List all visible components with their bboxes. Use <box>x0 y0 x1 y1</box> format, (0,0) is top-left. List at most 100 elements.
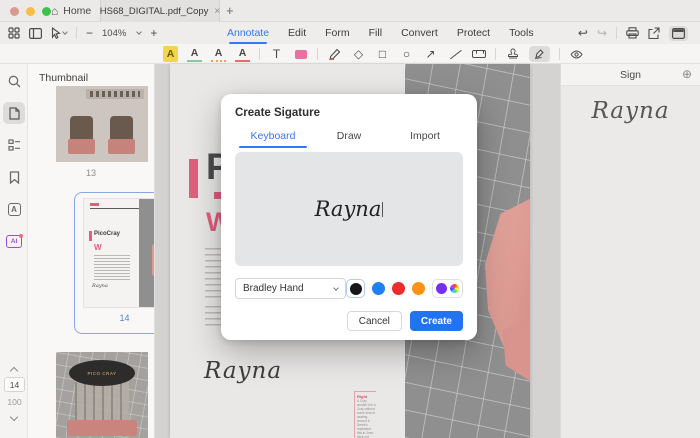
tab-draw[interactable]: Draw <box>311 130 387 148</box>
eraser-tool-icon[interactable]: ◇ <box>351 46 366 62</box>
grid-view-icon[interactable] <box>8 27 20 39</box>
tab-keyboard[interactable]: Keyboard <box>235 130 311 148</box>
page-13-thumbnail[interactable] <box>56 86 148 162</box>
annotate-toolbar: A A A A T ◇ □ ○ ↗ <box>0 44 700 64</box>
thumbnail-panel: Thumbnail 13 PicoCray W Rayna 14 <box>28 64 155 438</box>
color-swatches <box>346 279 463 298</box>
divider <box>495 48 496 60</box>
dialog-title: Create Sigature <box>235 107 463 119</box>
document-tab[interactable]: HS68_DIGITAL.pdf_Copy × <box>100 0 220 22</box>
divider <box>616 27 617 39</box>
text-tool-icon[interactable]: T <box>269 46 284 62</box>
signature-preview-input[interactable]: Rayna <box>235 152 463 266</box>
comment-bubble <box>295 50 307 59</box>
color-custom-group <box>432 279 463 298</box>
thumbnail-panel-title: Thumbnail <box>39 72 88 84</box>
ellipse-tool-icon[interactable]: ○ <box>399 46 414 62</box>
page-14-thumbnail-image: PicoCray W Rayna <box>84 199 155 307</box>
page-14-thumbnail-selected[interactable]: PicoCray W Rayna 14 <box>74 192 155 334</box>
signature-tool-icon[interactable] <box>529 46 550 62</box>
divider <box>259 48 260 60</box>
rectangle-tool-icon[interactable]: □ <box>375 46 390 62</box>
highlight-tool-icon[interactable]: A <box>163 46 178 62</box>
divider <box>76 27 77 39</box>
document-tab-label: HS68_DIGITAL.pdf_Copy <box>100 6 209 17</box>
squiggly-tool-icon[interactable]: A <box>211 46 226 62</box>
thumb-dropcap: W <box>94 243 102 252</box>
thumb-device-top: PICO CRAY <box>69 360 135 386</box>
measure-tool-icon[interactable] <box>471 46 486 62</box>
color-orange[interactable] <box>412 282 425 295</box>
visibility-tool-icon[interactable] <box>569 46 584 62</box>
callout-body: A Cray wouldn't be a Cray without some k… <box>357 399 376 438</box>
close-tab-icon[interactable]: × <box>214 6 220 17</box>
print-icon[interactable] <box>626 27 639 39</box>
page-14-label: 14 <box>75 313 155 323</box>
cancel-button[interactable]: Cancel <box>347 311 402 331</box>
close-window-button[interactable] <box>10 7 19 16</box>
font-select-value: Bradley Hand <box>243 283 304 294</box>
total-pages-label: 100 <box>4 397 25 407</box>
thumbnail-panel-icon[interactable] <box>3 102 25 124</box>
font-select[interactable]: Bradley Hand <box>235 278 346 299</box>
home-tab-label: Home <box>63 5 91 17</box>
new-tab-button[interactable]: + <box>226 3 234 18</box>
sign-panel-header: Sign ⊕ <box>561 64 700 86</box>
color-black-selected[interactable] <box>346 279 365 298</box>
outline-panel-icon[interactable] <box>3 134 25 156</box>
bookmark-panel-icon[interactable] <box>3 166 25 188</box>
comment-tool-icon[interactable] <box>293 46 308 62</box>
color-picker-icon[interactable] <box>450 284 459 293</box>
strikethrough-tool-icon[interactable]: A <box>235 46 250 62</box>
saved-signature-item[interactable]: Rayna <box>561 98 700 124</box>
main-toolbar: − 104% + Annotate Edit Form Fill Convert… <box>0 22 700 44</box>
select-tool-icon[interactable] <box>51 27 67 39</box>
tab-import[interactable]: Import <box>387 130 463 148</box>
menu-bar: Annotate Edit Form Fill Convert Protect … <box>227 22 534 44</box>
create-button[interactable]: Create <box>410 311 463 331</box>
ai-assistant-icon[interactable]: AI <box>3 230 25 252</box>
chevron-down-icon <box>333 285 339 291</box>
menu-edit[interactable]: Edit <box>288 27 306 39</box>
titlebar: ⌂ Home HS68_DIGITAL.pdf_Copy × + <box>0 0 700 22</box>
create-signature-dialog: Create Sigature Keyboard Draw Import Ray… <box>221 94 477 340</box>
thumb-device-body <box>75 382 129 424</box>
sidebar-toggle-icon[interactable] <box>29 28 42 39</box>
menu-tools[interactable]: Tools <box>509 27 534 39</box>
menu-convert[interactable]: Convert <box>401 27 438 39</box>
arrow-tool-icon[interactable]: ↗ <box>423 46 438 62</box>
underline-tool-icon[interactable]: A <box>187 46 202 62</box>
chevron-down-icon <box>62 29 68 35</box>
home-tab[interactable]: ⌂ Home <box>45 0 97 22</box>
zoom-level[interactable]: 104% <box>102 28 126 39</box>
menu-form[interactable]: Form <box>325 27 350 39</box>
search-icon[interactable] <box>3 70 25 92</box>
page-15-thumbnail[interactable]: PICO CRAY <box>56 352 148 438</box>
menu-annotate[interactable]: Annotate <box>227 27 269 39</box>
menu-fill[interactable]: Fill <box>369 27 382 39</box>
minimize-window-button[interactable] <box>26 7 35 16</box>
stamp-tool-icon[interactable] <box>505 46 520 62</box>
current-page-input[interactable]: 14 <box>4 377 25 392</box>
color-purple[interactable] <box>436 283 447 294</box>
divider <box>559 48 560 60</box>
undo-icon[interactable]: ↩ <box>578 26 588 40</box>
add-signature-icon[interactable]: ⊕ <box>682 68 692 80</box>
menu-protect[interactable]: Protect <box>457 27 490 39</box>
zoom-in-button[interactable]: + <box>150 27 157 39</box>
color-red[interactable] <box>392 282 405 295</box>
annotation-list-icon[interactable]: A <box>3 198 25 220</box>
home-icon: ⌂ <box>51 5 58 17</box>
zoom-out-button[interactable]: − <box>86 27 93 39</box>
panel-layout-icon[interactable] <box>669 26 688 41</box>
color-blue[interactable] <box>372 282 385 295</box>
thumb-photo-dots <box>90 91 140 97</box>
zoom-dropdown-icon[interactable] <box>136 29 142 35</box>
signature-preview-text: Rayna <box>315 197 382 221</box>
pencil-tool-icon[interactable] <box>327 46 342 62</box>
thumb-figurine-base <box>68 139 95 154</box>
line-tool-icon[interactable] <box>447 46 462 62</box>
placed-signature[interactable]: Rayna <box>204 358 282 384</box>
page-13-label: 13 <box>28 168 154 178</box>
share-icon[interactable] <box>648 27 660 39</box>
